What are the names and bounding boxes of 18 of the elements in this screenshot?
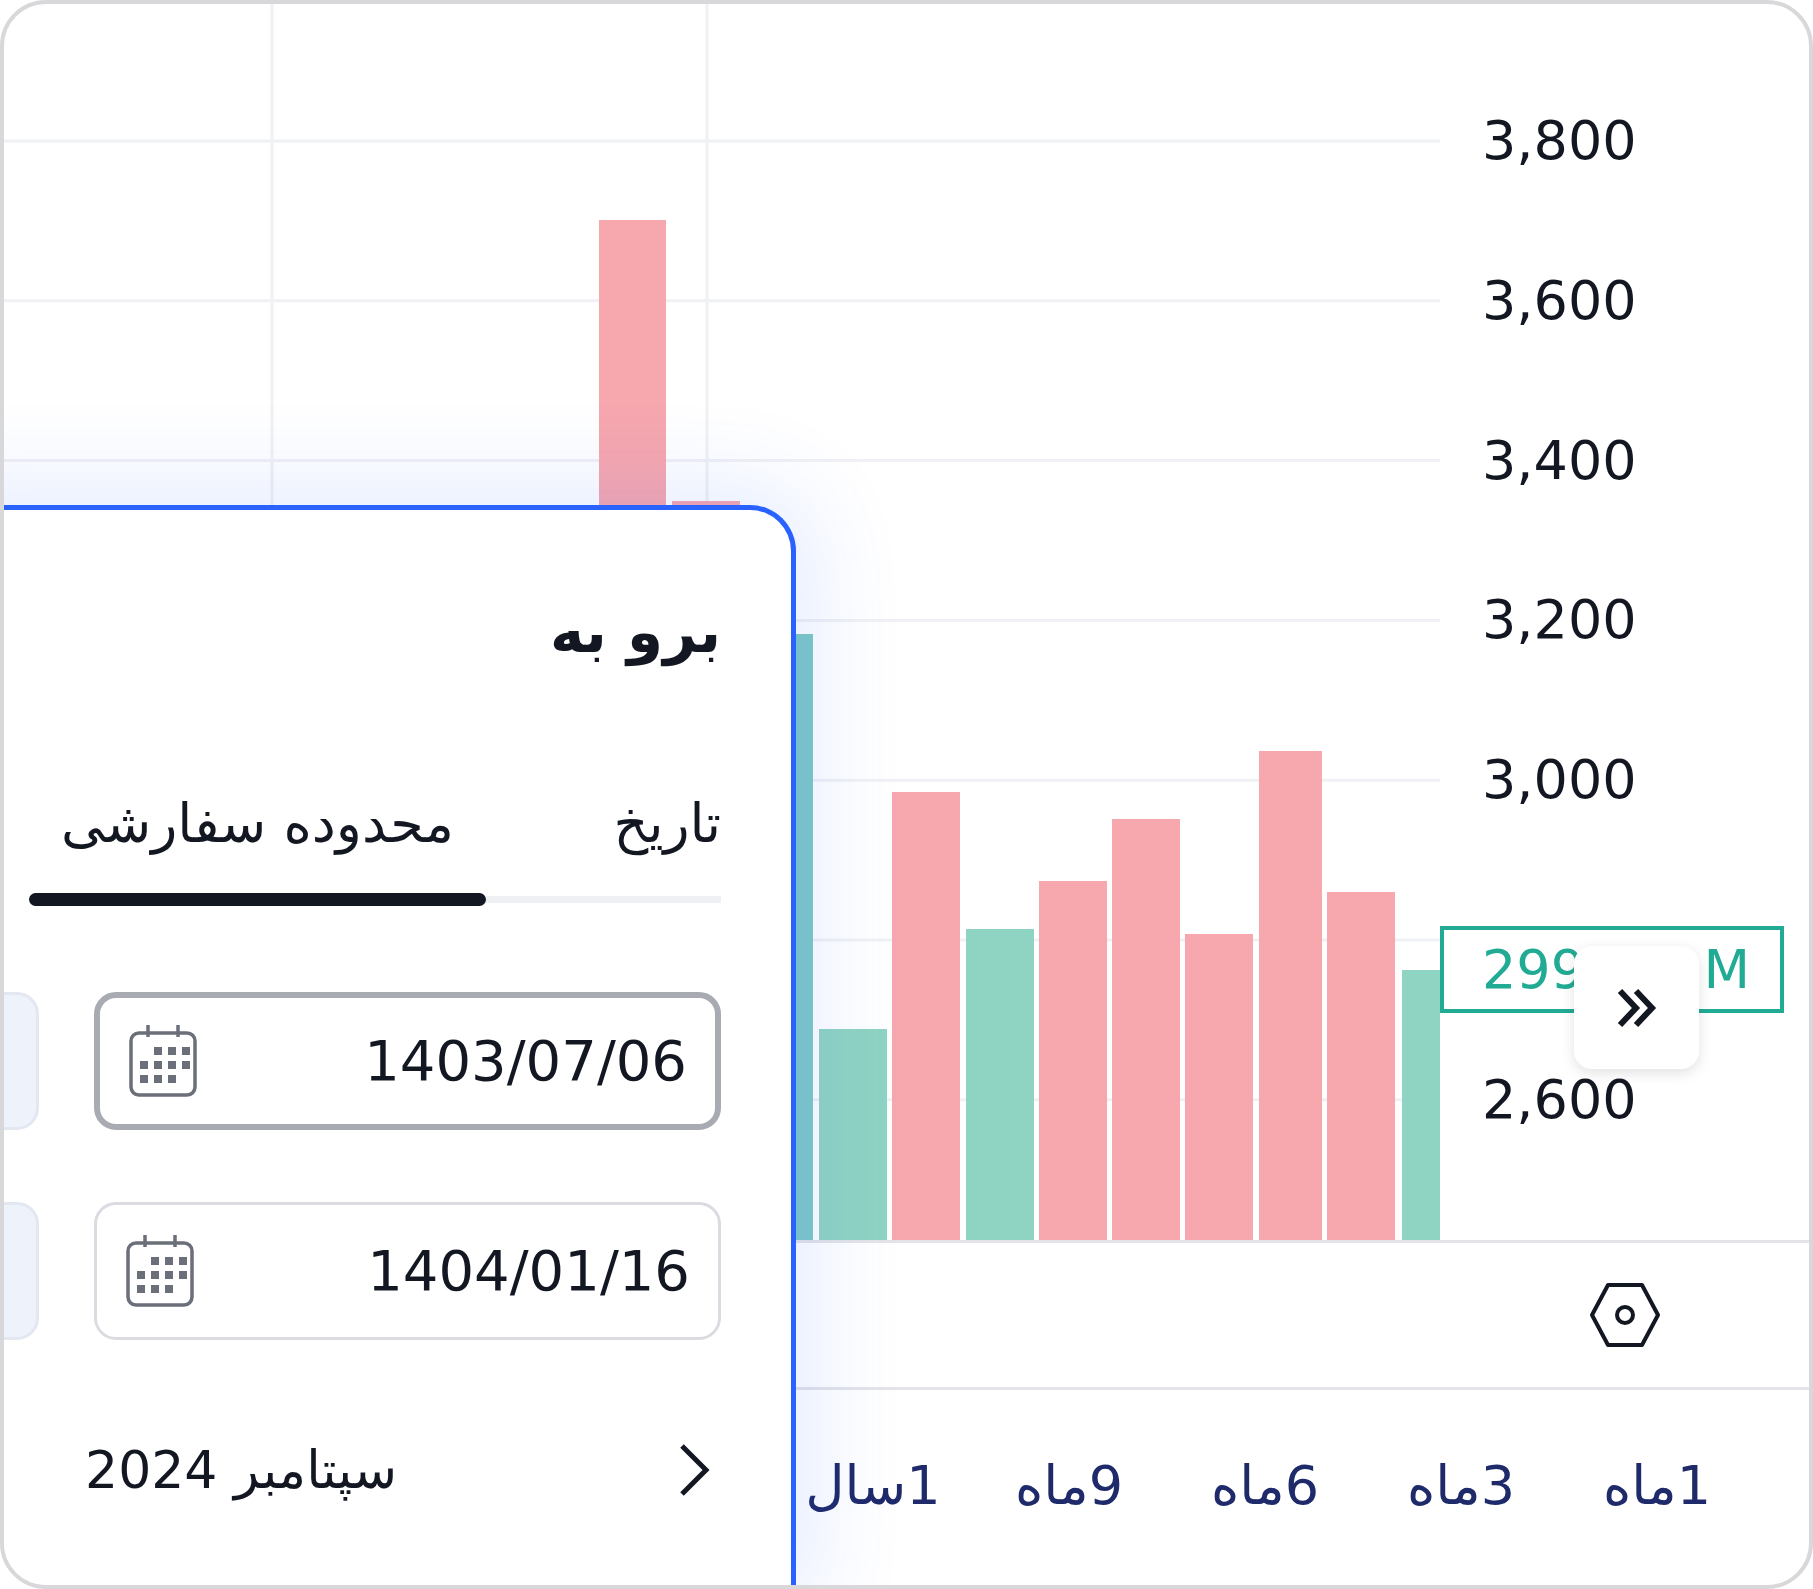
- dialog-title: برو به: [549, 598, 721, 668]
- axis-label: 3,200: [1482, 593, 1637, 648]
- tab[interactable]: تاریخ: [486, 785, 721, 906]
- price-unit: M: [1703, 938, 1750, 1001]
- axis-label: 3,400: [1482, 433, 1637, 488]
- date-field[interactable]: 1404/01/16: [94, 1201, 721, 1340]
- time-range-button[interactable]: 3ماه: [1363, 1453, 1559, 1517]
- axis-label: 3,800: [1482, 114, 1637, 168]
- axis-label: 2,600: [1482, 1072, 1637, 1127]
- axis-label: 3,000: [1482, 753, 1637, 808]
- time-range-button[interactable]: 1ماه: [1559, 1453, 1755, 1517]
- axis-label: 3,600: [1482, 273, 1637, 328]
- time-range-button[interactable]: 9ماه: [971, 1453, 1167, 1517]
- time-range-button[interactable]: 1سال: [775, 1453, 971, 1517]
- time-range-button[interactable]: 6ماه: [1167, 1453, 1363, 1517]
- tab[interactable]: محدوده سفارشی: [29, 785, 486, 906]
- date-field[interactable]: 1403/07/06: [94, 991, 721, 1130]
- calendar-month: سپتامبر 2024: [85, 1439, 397, 1500]
